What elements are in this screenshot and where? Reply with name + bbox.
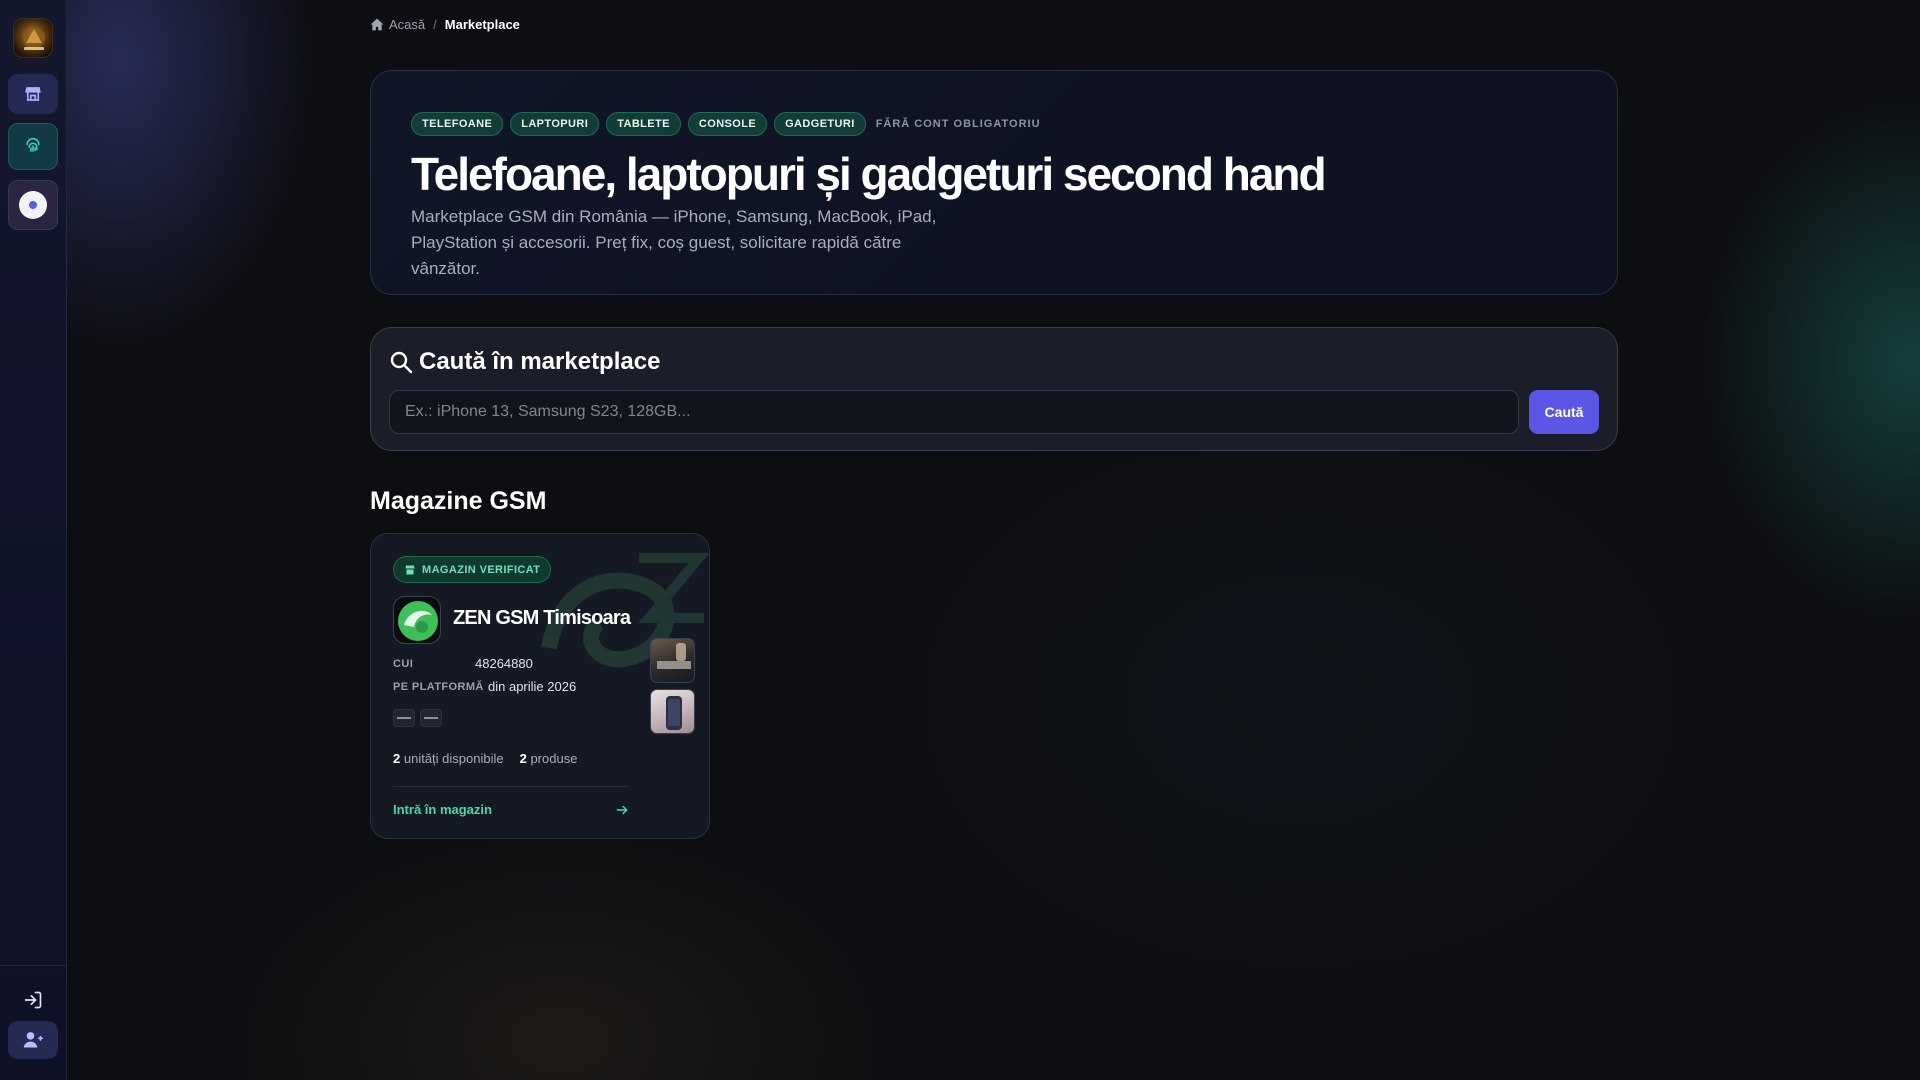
search-icon	[390, 351, 413, 374]
store-logo	[393, 596, 441, 644]
verified-badge: MAGAZIN VERIFICAT	[393, 556, 552, 583]
login-button[interactable]	[8, 982, 58, 1018]
page-title: Telefoane, laptopuri și gadgeturi second…	[411, 148, 1327, 200]
breadcrumb: Acasă / Marketplace	[370, 17, 520, 32]
store-card[interactable]: MAGAZIN VERIFICAT ZEN GSM Timisoara CUI …	[370, 533, 710, 839]
units-label: unități disponibile	[403, 751, 504, 766]
product-thumbnail[interactable]	[650, 638, 695, 683]
search-title: Caută în marketplace	[419, 348, 661, 375]
scorte-logo	[420, 709, 442, 727]
sidebar	[0, 0, 67, 1080]
breadcrumb-home[interactable]: Acasă	[370, 17, 425, 32]
store-name[interactable]: ZEN GSM Timisoara	[453, 607, 631, 630]
samsung-logo	[393, 709, 415, 727]
store-stats: 2 unități disponibile 2 produse	[393, 751, 577, 766]
sidebar-divider	[0, 965, 67, 966]
register-button[interactable]	[8, 1021, 58, 1059]
no-account-note: FĂRĂ CONT OBLIGATORIU	[875, 118, 1041, 130]
breadcrumb-separator: /	[433, 17, 437, 32]
hero-card: TELEFOANE LAPTOPURI TABLETE CONSOLE GADG…	[370, 70, 1618, 295]
chip-console[interactable]: CONSOLE	[687, 112, 768, 136]
product-thumbnail[interactable]	[650, 689, 695, 734]
search-input[interactable]	[389, 390, 1519, 434]
cui-value: 48264880	[475, 656, 533, 671]
breadcrumb-home-label[interactable]: Acasă	[389, 17, 425, 32]
units-count: 2	[393, 751, 401, 766]
search-card: Caută în marketplace Caută	[370, 327, 1618, 451]
enter-store-link[interactable]: Intră în magazin	[393, 802, 629, 817]
add-user-icon	[23, 1032, 43, 1048]
profile-nav-button[interactable]	[8, 180, 58, 230]
products-count: 2	[519, 751, 527, 766]
products-stat: 2 produse	[520, 751, 578, 766]
category-chips: TELEFOANE LAPTOPURI TABLETE CONSOLE GADG…	[411, 112, 1041, 136]
chip-gadgeturi[interactable]: GADGETURI	[774, 112, 866, 136]
units-stat: 2 unități disponibile	[393, 751, 504, 766]
app-logo[interactable]	[13, 18, 53, 58]
fingerprint-icon	[26, 137, 40, 152]
chip-laptopuri[interactable]: LAPTOPURI	[510, 112, 600, 136]
arrow-right-icon	[616, 805, 628, 814]
search-heading: Caută în marketplace	[389, 348, 660, 376]
home-icon	[370, 18, 384, 31]
store-icon	[25, 87, 41, 101]
cui-label: CUI	[393, 658, 414, 670]
platform-value: din aprilie 2026	[488, 679, 577, 694]
search-button[interactable]: Caută	[1529, 390, 1599, 434]
login-icon	[24, 991, 42, 1009]
enter-store-label[interactable]: Intră în magazin	[393, 802, 492, 817]
card-divider	[393, 786, 629, 787]
products-label: produse	[530, 751, 578, 766]
section-title: Magazine GSM	[370, 487, 547, 515]
chip-telefoane[interactable]: TELEFOANE	[411, 112, 504, 136]
platform-label: PE PLATFORMĂ	[393, 681, 484, 693]
breadcrumb-current: Marketplace	[444, 17, 520, 32]
marketplace-nav-button[interactable]	[8, 74, 58, 114]
chip-tablete[interactable]: TABLETE	[606, 112, 681, 136]
verified-badge-label: MAGAZIN VERIFICAT	[422, 563, 541, 576]
page-subtitle: Marketplace GSM din România — iPhone, Sa…	[411, 207, 937, 278]
profile-avatar	[19, 191, 47, 219]
store-icon	[405, 565, 415, 574]
fingerprint-nav-button[interactable]	[8, 123, 58, 170]
